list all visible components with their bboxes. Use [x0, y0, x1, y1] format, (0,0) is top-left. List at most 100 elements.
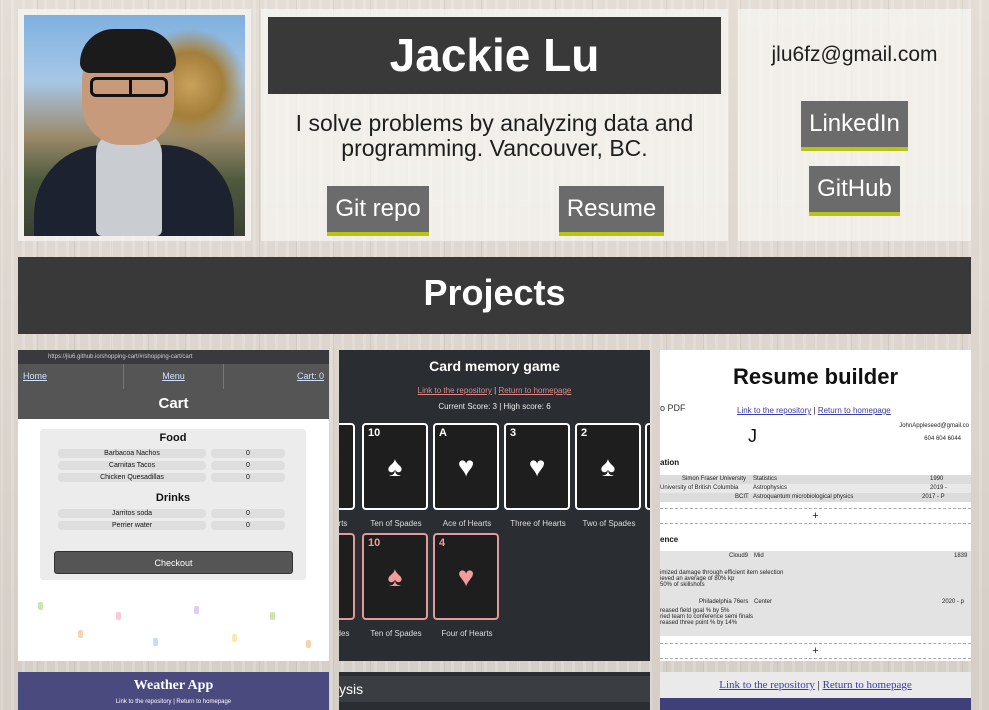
heart-icon: ♥ [528, 451, 546, 482]
education-field: Statistics [753, 476, 778, 482]
memory-link-separator: | [494, 386, 497, 395]
cart-nav-bar: Home Menu Cart: 0 [18, 364, 329, 389]
cart-nav-cart-link[interactable]: Cart: 0 [224, 364, 329, 389]
email-address[interactable]: jlu6fz@gmail.com [738, 43, 971, 67]
memory-score: Current Score: 3 | High score: 6 [438, 402, 551, 411]
contact-panel: jlu6fz@gmail.com LinkedIn GitHub [738, 9, 971, 241]
cart-row: Barbacoa Nachos 0 [58, 449, 288, 458]
project-home-link[interactable]: Return to homepage [823, 679, 912, 691]
project-card-weather-app[interactable]: Weather App Link to the repository | Ret… [18, 672, 329, 710]
cart-item-label: Chicken Quesadillas [58, 473, 206, 482]
confetti-piece [38, 602, 43, 610]
add-education-button[interactable]: + [660, 508, 971, 524]
playing-card[interactable]: 10 ♠ [362, 533, 428, 620]
cart-section-food: Food [159, 432, 187, 444]
linkedin-button[interactable]: LinkedIn [801, 101, 908, 151]
project-card-resume-builder[interactable]: Resume builder o PDF Link to the reposit… [660, 350, 971, 661]
cart-header: Cart [18, 389, 329, 419]
education-field: Astrophysics [753, 485, 788, 491]
project-card-memory-game[interactable]: Card memory game Link to the repository … [339, 350, 650, 661]
playing-card[interactable]: ♠ [339, 423, 355, 510]
github-button[interactable]: GitHub [809, 166, 900, 216]
card-label: Ten of Spades [370, 629, 422, 638]
heart-icon: ♥ [457, 561, 475, 592]
resume-experience-entry: Philadelphia 76ers Center 2020 - p rease… [660, 597, 971, 636]
resume-builder-title: Resume builder [732, 364, 899, 389]
resume-button[interactable]: Resume [559, 186, 664, 236]
card-rank: 3 [510, 427, 517, 439]
git-repo-button[interactable]: Git repo [327, 186, 429, 236]
confetti-piece [270, 612, 275, 620]
experience-years: 2020 - p [942, 599, 965, 605]
card-rank: 4 [439, 537, 446, 549]
memory-repo-link[interactable]: Link to the repository [418, 386, 492, 395]
confetti-piece [116, 612, 121, 620]
experience-role: Mid [754, 553, 764, 559]
cart-nav-home-link[interactable]: Home [18, 364, 124, 389]
cart-section-drinks: Drinks [155, 492, 191, 504]
projects-banner: Projects [18, 257, 971, 334]
resume-education-heading: ation [660, 458, 680, 467]
resume-name-input[interactable]: J [748, 426, 757, 447]
project-card-analysis[interactable]: ysis [339, 672, 650, 710]
cart-browser-urlbar: https://jlu6.github.io/shopping-cart/#/s… [18, 350, 329, 364]
weather-app-title: Weather App [133, 678, 214, 693]
cart-nav-menu-link[interactable]: Menu [124, 364, 225, 389]
education-years: 1990 [930, 476, 944, 482]
experience-role: Center [754, 599, 773, 605]
confetti-piece [232, 634, 237, 642]
playing-card[interactable]: ♥ [339, 533, 355, 620]
playing-card[interactable]: 3 ♥ [504, 423, 570, 510]
memory-links: Link to the repository | Return to homep… [339, 386, 650, 395]
cart-row: Chicken Quesadillas 0 [58, 473, 288, 482]
photo-scarf [96, 133, 162, 236]
cart-item-label: Perrier water [58, 521, 206, 530]
confetti-piece [306, 640, 311, 648]
bio-panel: Jackie Lu I solve problems by analyzing … [261, 9, 728, 241]
card-label: Three of Hearts [510, 519, 566, 528]
spade-icon: ♠ [387, 451, 403, 482]
profile-photo-panel [18, 9, 251, 241]
resume-experience-entry: Cloud9 Mid 1839 imized damage through ef… [660, 551, 971, 598]
checkout-button[interactable]: Checkout [54, 551, 293, 574]
projects-heading: Projects [423, 272, 566, 313]
resume-education-row: Simon Fraser University Statistics 1990 [660, 475, 971, 484]
experience-company: Cloud9 [729, 553, 749, 559]
cart-item-label: Jarritos soda [58, 509, 206, 518]
card-label: Four of Hearts [441, 629, 493, 638]
card-rank: A [439, 427, 447, 439]
resume-email: JohnAppleseed@gmail.co [899, 423, 969, 429]
card-label: Ace of Hearts [442, 519, 492, 528]
resume-links: Link to the repository | Return to homep… [737, 406, 891, 415]
name-banner: Jackie Lu [268, 17, 721, 94]
playing-card[interactable]: A ♥ [433, 423, 499, 510]
analysis-title: ysis [339, 676, 650, 702]
resume-repo-link[interactable]: Link to the repository [737, 406, 811, 415]
project-repo-link[interactable]: Link to the repository [719, 679, 815, 691]
cart-row: Carnitas Tacos 0 [58, 461, 288, 470]
playing-card[interactable] [645, 423, 650, 510]
card-rank: 2 [581, 427, 588, 439]
experience-bullet: reased three point % by 14% [660, 620, 738, 626]
memory-title: Card memory game [429, 358, 560, 374]
project-card-shopping-cart[interactable]: https://jlu6.github.io/shopping-cart/#/s… [18, 350, 329, 661]
project-link-separator: | [817, 679, 820, 691]
education-years: 2017 - P [922, 494, 945, 500]
project-card-links[interactable]: Link to the repository | Return to homep… [660, 672, 971, 710]
resume-pdf-label[interactable]: o PDF [660, 403, 686, 413]
memory-home-link[interactable]: Return to homepage [498, 386, 571, 395]
experience-header-row: Philadelphia 76ers Center 2020 - p [660, 599, 971, 608]
playing-card[interactable]: 4 ♥ [433, 533, 499, 620]
resume-home-link[interactable]: Return to homepage [818, 406, 891, 415]
cart-item-qty: 0 [211, 509, 285, 518]
playing-card[interactable]: 10 ♠ [362, 423, 428, 510]
heart-icon: ♥ [339, 561, 353, 593]
add-experience-button[interactable]: + [660, 643, 971, 659]
education-school: University of British Columbia [660, 485, 739, 491]
education-years: 2019 - [930, 485, 948, 491]
card-rank: 10 [368, 427, 381, 439]
experience-bullet: 50% of skillshots [660, 582, 705, 588]
spade-icon: ♠ [387, 561, 403, 592]
weather-links[interactable]: Link to the repository | Return to homep… [18, 699, 329, 705]
playing-card[interactable]: 2 ♠ [575, 423, 641, 510]
